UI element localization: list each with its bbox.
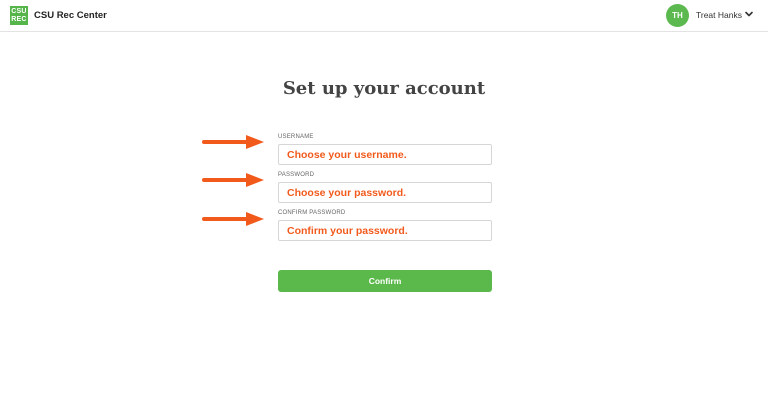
avatar[interactable]: TH bbox=[666, 4, 689, 27]
arrow-right-icon bbox=[202, 135, 264, 149]
password-label: PASSWORD bbox=[278, 172, 315, 178]
page-title: Set up your account bbox=[282, 78, 486, 99]
user-name[interactable]: Treat Hanks bbox=[696, 10, 742, 20]
csu-rec-logo[interactable]: CSU REC bbox=[10, 6, 28, 25]
confirm-button[interactable]: Confirm bbox=[278, 270, 492, 292]
password-input[interactable] bbox=[278, 182, 492, 203]
logo-line-1: CSU bbox=[11, 7, 27, 15]
username-input[interactable] bbox=[278, 144, 492, 165]
avatar-initials: TH bbox=[672, 11, 683, 20]
arrow-right-icon bbox=[202, 212, 264, 226]
confirm-password-input[interactable] bbox=[278, 220, 492, 241]
username-label: USERNAME bbox=[278, 134, 314, 140]
logo-line-2: REC bbox=[11, 15, 27, 23]
confirm-password-label: CONFIRM PASSWORD bbox=[278, 210, 346, 216]
top-bar: CSU REC CSU Rec Center TH Treat Hanks bbox=[0, 0, 768, 32]
app-title[interactable]: CSU Rec Center bbox=[34, 10, 107, 21]
arrow-right-icon bbox=[202, 173, 264, 187]
chevron-down-icon[interactable] bbox=[744, 9, 754, 19]
